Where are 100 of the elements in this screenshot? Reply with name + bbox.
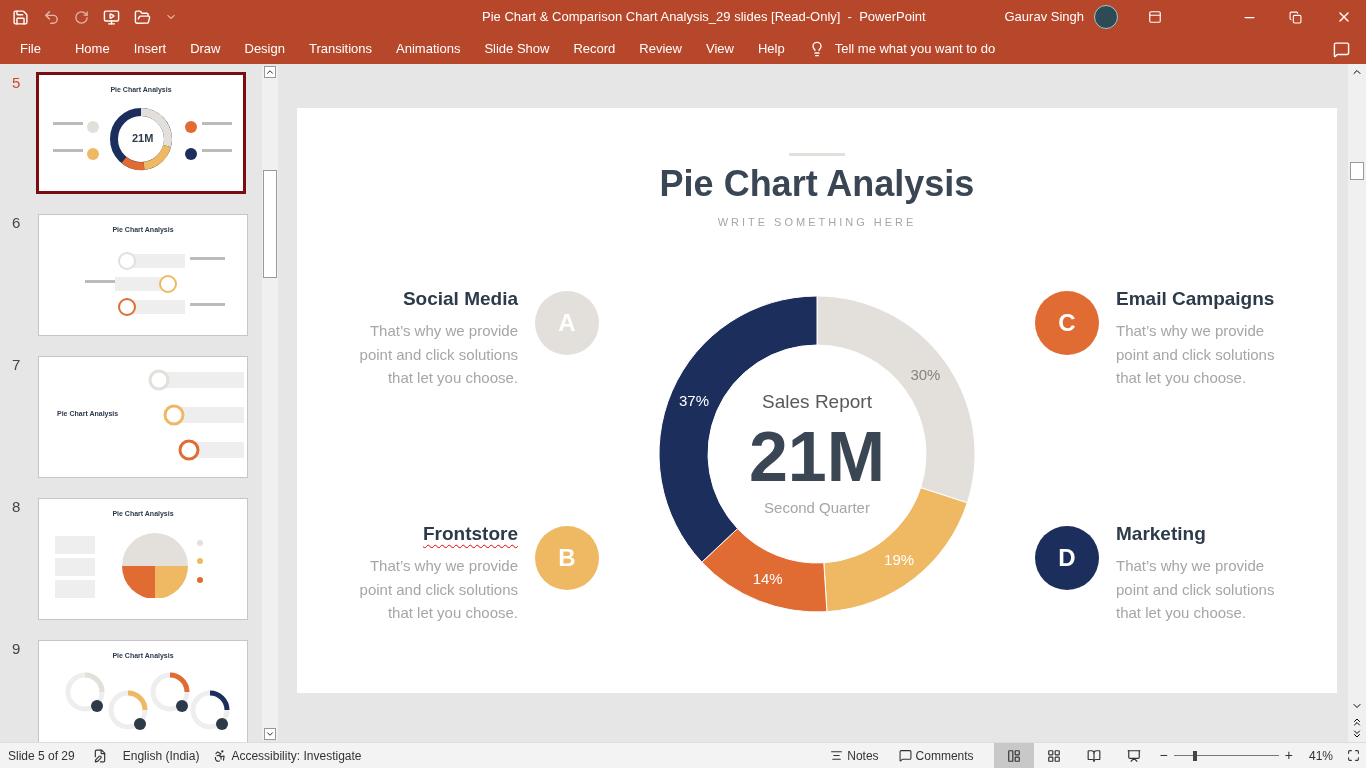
ring-arc bbox=[84, 672, 105, 692]
slideshow-view-icon bbox=[1126, 748, 1141, 763]
ribbon-tab[interactable]: Transitions bbox=[296, 34, 385, 64]
present-icon[interactable] bbox=[103, 8, 120, 26]
ribbon-tab[interactable]: View bbox=[694, 34, 746, 64]
notes-button[interactable]: Notes bbox=[847, 746, 879, 765]
save-icon[interactable] bbox=[12, 8, 29, 26]
scroll-thumb[interactable] bbox=[263, 170, 277, 278]
item-heading: Email Campaigns bbox=[1116, 286, 1275, 311]
window-title: Pie Chart & Comparison Chart Analysis_29 slides [Read-Only] - PowerPoint bbox=[482, 8, 926, 27]
scroll-down-icon[interactable] bbox=[264, 728, 276, 740]
slide-title: Pie Chart Analysis bbox=[659, 162, 975, 206]
next-slide-icon[interactable] bbox=[1351, 728, 1363, 740]
undo-icon[interactable] bbox=[43, 8, 60, 26]
slide-number: 5 bbox=[12, 73, 22, 93]
language-label[interactable]: English (India) bbox=[122, 746, 200, 765]
center-value: 21M bbox=[748, 416, 886, 497]
center-caption: Second Quarter bbox=[764, 497, 870, 518]
item-description: That’s why we provide point and click solutions that let you choose. bbox=[1116, 321, 1276, 388]
pie-slice bbox=[155, 532, 188, 566]
arrow-banner bbox=[130, 299, 185, 314]
user-name: Gaurav Singh bbox=[1004, 8, 1084, 27]
zoom-in-button[interactable]: + bbox=[1284, 745, 1293, 766]
restore-icon[interactable] bbox=[1289, 10, 1302, 24]
ribbon-tab[interactable]: Insert bbox=[121, 34, 179, 64]
text-line bbox=[202, 148, 232, 152]
ribbon-display-icon[interactable] bbox=[1148, 10, 1162, 24]
reading-view-icon bbox=[1086, 748, 1101, 763]
progress-ring bbox=[148, 369, 170, 391]
comments-button[interactable]: Comments bbox=[915, 746, 974, 765]
center-label: Sales Report bbox=[762, 390, 872, 414]
previous-slide-icon[interactable] bbox=[1351, 716, 1363, 728]
open-folder-icon[interactable] bbox=[134, 8, 151, 26]
legend-dot bbox=[197, 576, 203, 583]
slide-counter: Slide 5 of 29 bbox=[8, 747, 75, 765]
text-banner bbox=[179, 407, 245, 423]
text-line bbox=[190, 256, 225, 260]
ribbon-tab[interactable]: File bbox=[20, 34, 63, 64]
thumbnail-scrollbar[interactable] bbox=[262, 66, 278, 740]
data-label: 14% bbox=[752, 569, 783, 587]
fit-slide-icon[interactable] bbox=[1347, 749, 1360, 762]
progress-ring bbox=[118, 251, 136, 270]
progress-ring bbox=[118, 297, 136, 316]
zoom-thumb[interactable] bbox=[1192, 750, 1197, 761]
comments-icon[interactable] bbox=[1333, 40, 1350, 58]
redo-icon[interactable] bbox=[74, 9, 89, 25]
ring-arc bbox=[169, 672, 190, 692]
letter-dot bbox=[87, 147, 99, 160]
ribbon-tab[interactable]: Design bbox=[232, 34, 297, 64]
slide-number: 7 bbox=[12, 355, 22, 375]
text-line bbox=[202, 121, 232, 125]
ribbon-tab[interactable]: Home bbox=[62, 34, 122, 64]
progress-ring bbox=[178, 439, 200, 461]
legend-dot bbox=[197, 557, 203, 564]
zoom-level[interactable]: 41% bbox=[1308, 746, 1333, 765]
slide-scrollbar[interactable] bbox=[1348, 64, 1366, 742]
letter-dot bbox=[176, 699, 188, 712]
ribbon-tab[interactable]: Help bbox=[745, 34, 797, 64]
scroll-up-icon[interactable] bbox=[264, 66, 276, 78]
spelling-icon[interactable] bbox=[92, 748, 107, 763]
letter-dot bbox=[216, 717, 228, 730]
data-label: 37% bbox=[679, 391, 710, 409]
comments-icon bbox=[898, 749, 912, 762]
legend-dot bbox=[197, 539, 203, 546]
slide-number: 8 bbox=[12, 497, 22, 517]
item-description: That’s why we provide point and click solutions that let you choose. bbox=[1116, 556, 1276, 623]
data-label: 19% bbox=[884, 550, 915, 568]
letter-dot bbox=[134, 717, 146, 730]
ribbon-tab[interactable]: Review bbox=[627, 34, 694, 64]
ribbon-tab[interactable]: Draw bbox=[178, 34, 233, 64]
item-heading: Frontstore bbox=[423, 521, 518, 546]
data-label: 30% bbox=[910, 365, 941, 383]
view-button[interactable] bbox=[993, 743, 1034, 768]
letter-dot bbox=[185, 120, 197, 133]
accessibility-status[interactable]: Accessibility: Investigate bbox=[231, 746, 362, 765]
tell-me-field[interactable]: Tell me what you want to do bbox=[834, 39, 996, 59]
letter-dot bbox=[185, 147, 197, 160]
normal-view-icon bbox=[1006, 748, 1021, 763]
pie-slice bbox=[155, 565, 188, 598]
slide-number: 6 bbox=[12, 213, 22, 233]
ribbon-tab[interactable]: Record bbox=[561, 34, 628, 64]
ring-arc bbox=[209, 690, 230, 710]
ring-arc bbox=[127, 690, 148, 710]
item-description: That’s why we provide point and click solutions that let you choose. bbox=[358, 556, 518, 623]
progress-ring bbox=[159, 274, 177, 293]
text-line bbox=[53, 148, 83, 152]
slide-subtitle: WRITE SOMETHING HERE bbox=[717, 215, 917, 230]
pie-slice bbox=[122, 565, 155, 598]
letter-dot bbox=[91, 699, 103, 712]
progress-ring bbox=[163, 404, 185, 426]
arrow-banner bbox=[130, 253, 185, 268]
pie-slice bbox=[122, 532, 155, 566]
zoom-slider[interactable] bbox=[1173, 750, 1279, 761]
scroll-thumb[interactable] bbox=[1350, 162, 1364, 180]
ribbon-tab[interactable]: Slide Show bbox=[472, 34, 562, 64]
zoom-out-button[interactable]: − bbox=[1159, 745, 1168, 766]
item-description: That’s why we provide point and click solutions that let you choose. bbox=[358, 321, 518, 388]
user-avatar[interactable] bbox=[1094, 5, 1118, 29]
ribbon-tab[interactable]: Animations bbox=[384, 34, 473, 64]
sorter-view-icon bbox=[1046, 748, 1061, 763]
